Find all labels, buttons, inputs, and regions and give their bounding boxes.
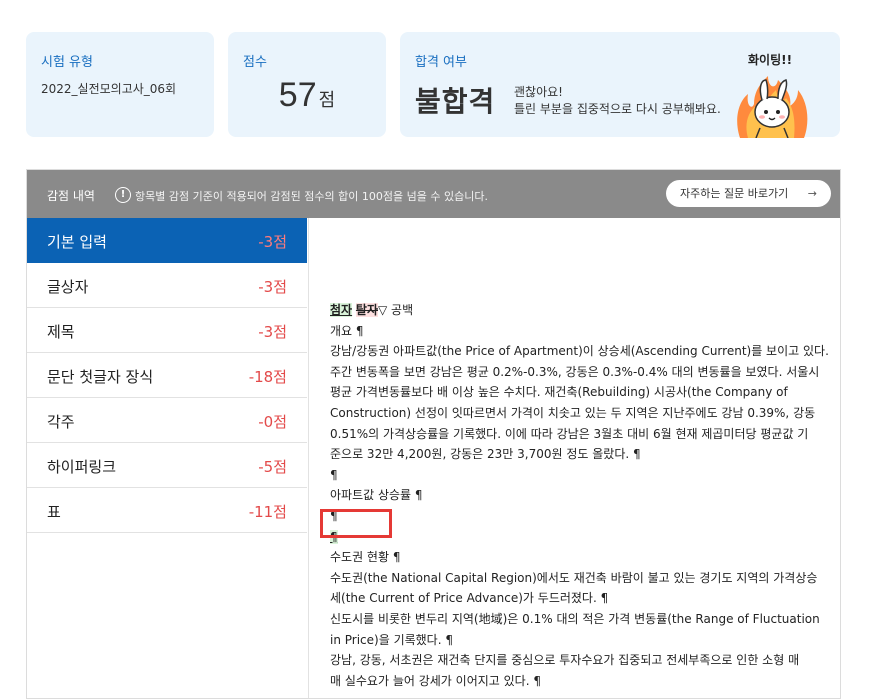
deduction-category-list: 기본 입력 -3점 글상자 -3점 제목 -3점 문단 첫글자 장식 -18점 … [27, 218, 307, 533]
deduction-notice: 항목별 감점 기준이 적용되어 감점된 점수의 합이 100점을 넘을 수 있습… [135, 190, 488, 203]
diff-legend: 첨자 탈자▽ 공백 [330, 300, 830, 321]
category-label: 표 [47, 503, 61, 521]
score-card: 점수 57 점 [228, 32, 386, 137]
score-display: 57 점 [228, 76, 386, 115]
category-points: -18점 [248, 368, 287, 386]
category-label: 하이퍼링크 [47, 458, 117, 476]
deduction-panel: 감점 내역 ! 항목별 감점 기준이 적용되어 감점된 점수의 합이 100점을… [26, 169, 841, 699]
category-label: 글상자 [47, 278, 89, 296]
doc-line: 주간 변동폭을 보면 강남은 평균 0.2%-0.3%, 강동은 0.3%-0.… [330, 364, 820, 379]
error-highlight-box [320, 509, 392, 538]
doc-line: 수도권 현황 ¶ [330, 550, 401, 565]
deduction-header: 감점 내역 ! 항목별 감점 기준이 적용되어 감점된 점수의 합이 100점을… [27, 170, 840, 218]
pass-result: 불합격 [415, 85, 496, 118]
doc-line: in Price)을 기록했다. ¶ [330, 632, 453, 647]
doc-line: ¶ [330, 467, 338, 482]
category-label: 기본 입력 [47, 233, 107, 251]
score-unit: 점 [318, 90, 336, 111]
legend-space: ▽ 공백 [378, 303, 414, 317]
category-item-footnote[interactable]: 각주 -0점 [27, 398, 307, 443]
arrow-right-icon: → [807, 187, 817, 200]
category-item-basic-input[interactable]: 기본 입력 -3점 [27, 218, 307, 263]
document-preview: 첨자 탈자▽ 공백 개요 ¶ 강남/강동권 아파트값(the Price of … [308, 218, 841, 698]
category-item-hyperlink[interactable]: 하이퍼링크 -5점 [27, 443, 307, 488]
pass-message-line-2: 틀린 부분을 집중적으로 다시 공부해봐요. [514, 102, 721, 116]
deduction-title: 감점 내역 [47, 189, 95, 203]
doc-line: 강남, 강동, 서초권은 재건축 단지를 중심으로 투자수요가 집중되고 전세부… [330, 653, 800, 668]
exam-type-label: 시험 유형 [41, 55, 93, 70]
doc-line-error: ¶ [330, 527, 830, 548]
info-icon: ! [115, 187, 131, 203]
exam-type-value: 2022_실전모의고사_06회 [41, 82, 177, 96]
faq-shortcut-label: 자주하는 질문 바로가기 [680, 187, 789, 200]
doc-line: 0.51%의 가격상승률을 기록했다. 이에 따라 강남은 3월초 대비 6월 … [330, 426, 809, 441]
category-points: -11점 [248, 503, 287, 521]
doc-line: 수도권(the National Capital Region)에서도 재건축 … [330, 570, 818, 585]
category-label: 문단 첫글자 장식 [47, 368, 154, 386]
category-item-title[interactable]: 제목 -3점 [27, 308, 307, 353]
doc-line: 준으로 32만 4,200원, 강동은 23만 3,700원 정도 올랐다. ¶ [330, 447, 641, 462]
pass-message: 괜찮아요! 틀린 부분을 집중적으로 다시 공부해봐요. [514, 84, 721, 118]
score-value: 57 [278, 76, 317, 114]
category-points: -3점 [258, 278, 287, 296]
score-label: 점수 [243, 55, 267, 70]
doc-line: 강남/강동권 아파트값(the Price of Apartment)이 상승세… [330, 344, 829, 359]
cheering-mascot-icon: 화이팅!! [737, 52, 808, 138]
doc-line: Construction) 선정이 잇따르면서 가격이 치솟고 있는 두 지역은… [330, 405, 816, 420]
doc-line: ¶ [330, 508, 338, 523]
pass-message-line-1: 괜찮아요! [514, 85, 563, 99]
pass-label: 합격 여부 [415, 55, 467, 70]
mascot-text: 화이팅!! [748, 52, 792, 67]
category-item-textbox[interactable]: 글상자 -3점 [27, 263, 307, 308]
category-label: 각주 [47, 413, 75, 431]
category-points: -3점 [258, 233, 287, 251]
doc-line: 평균 가격변동률보다 배 이상 높은 수치다. 재건축(Rebuilding) … [330, 385, 788, 400]
category-points: -3점 [258, 323, 287, 341]
doc-line: 개요 ¶ [330, 323, 364, 338]
pass-result-card: 합격 여부 불합격 괜찮아요! 틀린 부분을 집중적으로 다시 공부해봐요. 화… [400, 32, 840, 138]
doc-line: 신도시를 비롯한 변두리 지역(地域)은 0.1% 대의 적은 가격 변동률(t… [330, 611, 820, 626]
category-label: 제목 [47, 323, 75, 341]
exam-type-card: 시험 유형 2022_실전모의고사_06회 [26, 32, 214, 137]
document-text: 첨자 탈자▽ 공백 개요 ¶ 강남/강동권 아파트값(the Price of … [330, 300, 830, 691]
faq-shortcut-button[interactable]: 자주하는 질문 바로가기 → [666, 180, 831, 207]
doc-line: 아파트값 상승률 ¶ [330, 488, 423, 503]
category-item-table[interactable]: 표 -11점 [27, 488, 307, 533]
legend-delete: 탈자 [355, 303, 379, 317]
category-points: -0점 [258, 413, 287, 431]
category-points: -5점 [258, 458, 287, 476]
doc-line: 세(the Current of Price Advance)가 두드러졌다. … [330, 591, 609, 606]
category-item-drop-cap[interactable]: 문단 첫글자 장식 -18점 [27, 353, 307, 398]
doc-line: 매 실수요가 늘어 강세가 이어지고 있다. ¶ [330, 673, 541, 688]
legend-insert: 첨자 [330, 303, 353, 317]
